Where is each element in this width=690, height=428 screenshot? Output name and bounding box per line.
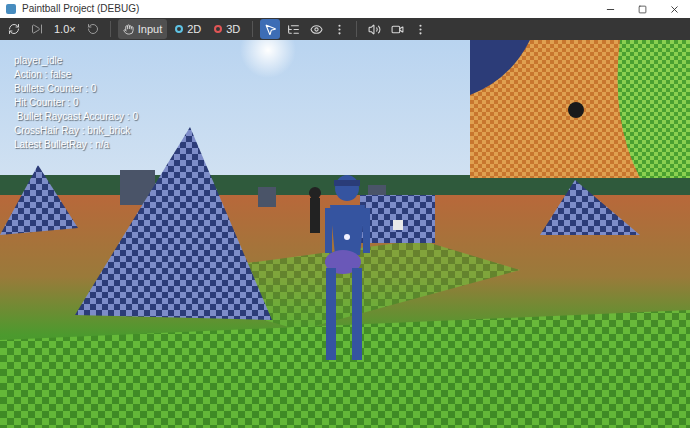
speed-label[interactable]: 1.0× — [50, 21, 80, 38]
mode-button[interactable]: 2D — [170, 19, 206, 39]
title-bar: Paintball Project (DEBUG) — [0, 0, 690, 18]
more-icon — [414, 23, 427, 36]
more-button[interactable] — [329, 19, 349, 39]
camera-icon — [391, 23, 404, 36]
step-button[interactable] — [27, 19, 47, 39]
sound-button[interactable] — [364, 19, 384, 39]
minimap — [470, 40, 690, 178]
close-icon[interactable] — [669, 4, 680, 15]
eye-button[interactable] — [306, 19, 326, 39]
toolbar-divider — [356, 21, 357, 37]
toolbar-divider — [252, 21, 253, 37]
maximize-icon[interactable] — [638, 5, 647, 14]
hud-line: player_idle — [14, 54, 138, 67]
select-button[interactable] — [260, 19, 280, 39]
list-button[interactable] — [283, 19, 303, 39]
reset-icon — [87, 23, 99, 35]
hud-line: Bullets Counter : 0 — [14, 82, 138, 95]
window-title: Paintball Project (DEBUG) — [22, 4, 139, 14]
minimize-icon[interactable] — [605, 4, 616, 15]
mode-dot-icon — [214, 25, 222, 33]
game-window: Paintball Project (DEBUG) 1.0× Input2D3D pl… — [0, 0, 690, 428]
hud-line: Action : false — [14, 68, 138, 81]
reset-speed-button[interactable] — [83, 19, 103, 39]
toolbar-divider — [110, 21, 111, 37]
debug-hud: player_idleAction : falseBullets Counter… — [14, 54, 138, 151]
eye-icon — [310, 23, 323, 36]
skip-icon — [31, 23, 43, 35]
hud-line: Bullet Raycast Accuracy : 0 — [14, 110, 138, 123]
hand-icon — [123, 24, 134, 35]
app-icon — [6, 4, 16, 14]
select-icon — [264, 23, 277, 36]
toolbar: 1.0× Input2D3D — [0, 18, 690, 40]
game-viewport[interactable]: player_idleAction : falseBullets Counter… — [0, 40, 690, 428]
reload-button[interactable] — [4, 19, 24, 39]
list-icon — [287, 23, 300, 36]
mode-button[interactable]: 3D — [209, 19, 245, 39]
mode-dot-icon — [175, 25, 183, 33]
mode-button[interactable]: Input — [118, 19, 167, 39]
camera-button[interactable] — [387, 19, 407, 39]
hud-line: Latest BulletRay : n/a — [14, 138, 138, 151]
hud-line: Hit Counter : 0 — [14, 96, 138, 109]
sound-icon — [368, 23, 381, 36]
more-icon — [333, 23, 346, 36]
reload-icon — [8, 23, 20, 35]
more-button[interactable] — [410, 19, 430, 39]
hud-line: CrossHair Ray : bnk_brick — [14, 124, 138, 137]
